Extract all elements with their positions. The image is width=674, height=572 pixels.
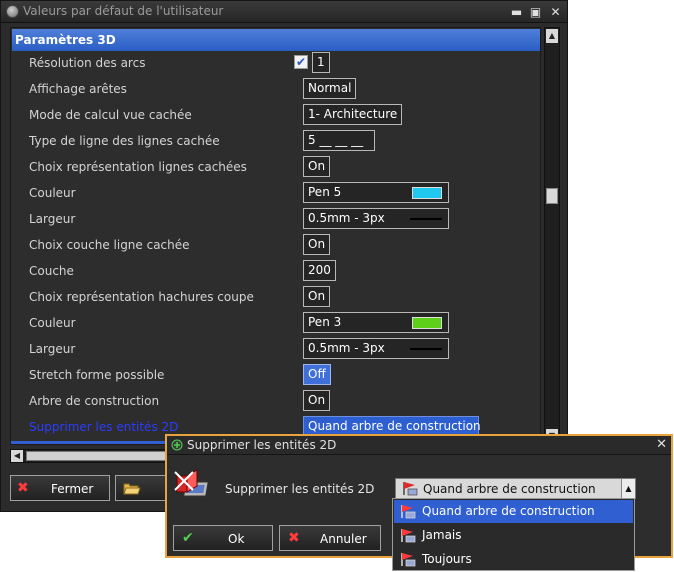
construction-tree-toggle[interactable]: On (303, 390, 331, 411)
close-x-icon: ✖ (17, 480, 29, 496)
row-stretch-shape: Stretch forme possible Off (11, 363, 539, 389)
line-sample (410, 348, 442, 350)
row-hidden-line-type: Type de ligne des lignes cachée 5 __ __ … (11, 129, 539, 155)
color-1-picker[interactable]: Pen 5 (303, 182, 449, 203)
row-label: Affichage arêtes (29, 82, 127, 96)
construction-flag-icon (403, 482, 418, 496)
row-color-2: Couleur Pen 3 (11, 311, 539, 337)
row-label: Arbre de construction (29, 394, 160, 408)
delete-2d-entities-select[interactable]: Quand arbre de construction ▲ (395, 478, 636, 499)
row-hidden-line-layer: Choix couche ligne cachée On (11, 233, 539, 259)
row-hatch-representation: Choix représentation hachures coupe On (11, 285, 539, 311)
color-swatch (412, 187, 442, 199)
row-construction-tree: Arbre de construction On (11, 389, 539, 415)
main-titlebar[interactable]: Valeurs par défaut de l'utilisateur ▬ ▣ … (1, 1, 567, 23)
row-label: Mode de calcul vue cachée (29, 108, 192, 122)
row-label: Largeur (29, 212, 76, 226)
dialog-prompt-label: Supprimer les entités 2D (225, 482, 375, 496)
pen-label: Pen 5 (308, 185, 342, 199)
dropdown-arrow-icon[interactable]: ▲ (621, 479, 635, 498)
width-1-picker[interactable]: 0.5mm - 3px (303, 208, 449, 229)
line-sample (410, 218, 442, 220)
dropdown-option-when-tree[interactable]: Quand arbre de construction (394, 500, 633, 523)
construction-flag-icon (401, 529, 416, 543)
dialog-title: Supprimer les entités 2D (187, 438, 337, 452)
hidden-view-mode-button[interactable]: 1- Architecture (303, 104, 403, 125)
row-hidden-view-mode: Mode de calcul vue cachée 1- Architectur… (11, 103, 539, 129)
row-label: Couleur (29, 316, 76, 330)
hatch-representation-toggle[interactable]: On (303, 286, 331, 307)
row-label: Résolution des arcs (29, 56, 146, 70)
option-label: Jamais (422, 528, 462, 542)
row-label: Couche (29, 264, 74, 278)
construction-flag-icon (401, 553, 416, 567)
ok-button[interactable]: ✔ Ok (173, 525, 273, 551)
edge-display-button[interactable]: Normal (303, 78, 357, 99)
option-label: Toujours (422, 552, 472, 566)
row-color-1: Couleur Pen 5 (11, 181, 539, 207)
row-label: Stretch forme possible (29, 368, 165, 382)
dropdown-option-always[interactable]: Toujours (394, 548, 633, 571)
section-header[interactable]: Paramètres 3D (12, 29, 540, 51)
row-width-2: Largeur 0.5mm - 3px (11, 337, 539, 363)
cancel-x-icon: ✖ (288, 530, 300, 546)
scroll-up-icon[interactable]: ▲ (546, 29, 558, 43)
dialog-logo-icon (171, 439, 183, 451)
stretch-shape-toggle[interactable]: Off (303, 364, 331, 385)
dialog-close-icon[interactable]: ✕ (656, 437, 667, 452)
width-label: 0.5mm - 3px (308, 341, 385, 355)
dialog-titlebar[interactable]: Supprimer les entités 2D ✕ (167, 436, 671, 455)
row-label: Supprimer les entités 2D (29, 420, 179, 434)
close-icon[interactable]: ✕ (548, 5, 563, 19)
color-2-picker[interactable]: Pen 3 (303, 312, 449, 333)
minimize-icon[interactable]: ▬ (509, 5, 524, 19)
window-title: Valeurs par défaut de l'utilisateur (23, 4, 224, 18)
dropdown-list: Quand arbre de construction Jamais Toujo… (392, 498, 635, 571)
check-icon: ✔ (182, 530, 194, 546)
vertical-scroll-thumb[interactable] (546, 188, 558, 204)
row-label: Choix couche ligne cachée (29, 238, 190, 252)
layer-field[interactable]: 200 (303, 260, 336, 281)
row-label: Type de ligne des lignes cachée (29, 134, 220, 148)
dropdown-option-never[interactable]: Jamais (394, 524, 633, 547)
hidden-line-layer-toggle[interactable]: On (303, 234, 331, 255)
color-swatch (412, 317, 442, 329)
row-label: Couleur (29, 186, 76, 200)
open-folder-button[interactable] (115, 475, 167, 501)
select-value: Quand arbre de construction (423, 482, 596, 496)
scroll-left-icon[interactable]: ◀ (11, 450, 23, 462)
arc-resolution-field[interactable]: 1 (312, 52, 330, 73)
settings-panel: Paramètres 3D Résolution des arcs ✔ 1 Af… (10, 27, 541, 445)
row-label: Largeur (29, 342, 76, 356)
folder-icon (123, 483, 141, 495)
row-width-1: Largeur 0.5mm - 3px (11, 207, 539, 233)
row-edge-display: Affichage arêtes Normal (11, 77, 539, 103)
close-button[interactable]: ✖ Fermer (10, 475, 110, 501)
pen-label: Pen 3 (308, 315, 342, 329)
option-label: Quand arbre de construction (422, 504, 595, 518)
row-arc-resolution: Résolution des arcs ✔ 1 (11, 51, 539, 77)
width-label: 0.5mm - 3px (308, 211, 385, 225)
width-2-picker[interactable]: 0.5mm - 3px (303, 338, 449, 359)
hidden-line-type-button[interactable]: 5 __ __ __ (303, 130, 375, 151)
row-label: Choix représentation hachures coupe (29, 290, 254, 304)
ok-button-label: Ok (228, 532, 245, 546)
row-layer: Couche 200 (11, 259, 539, 285)
cancel-button[interactable]: ✖ Annuler (279, 525, 381, 551)
close-button-label: Fermer (51, 482, 94, 496)
row-label: Choix représentation lignes cachées (29, 160, 247, 174)
maximize-icon[interactable]: ▣ (528, 5, 543, 19)
row-hidden-lines-representation: Choix représentation lignes cachées On (11, 155, 539, 181)
app-icon (6, 5, 19, 18)
vertical-scrollbar[interactable]: ▲ ▼ (544, 27, 560, 445)
construction-flag-icon (401, 505, 416, 519)
cancel-button-label: Annuler (320, 532, 367, 546)
delete-entities-illustration-icon (174, 469, 209, 497)
checkbox[interactable]: ✔ (294, 55, 308, 69)
horizontal-scroll-thumb[interactable] (26, 451, 171, 461)
hidden-lines-representation-toggle[interactable]: On (303, 156, 331, 177)
